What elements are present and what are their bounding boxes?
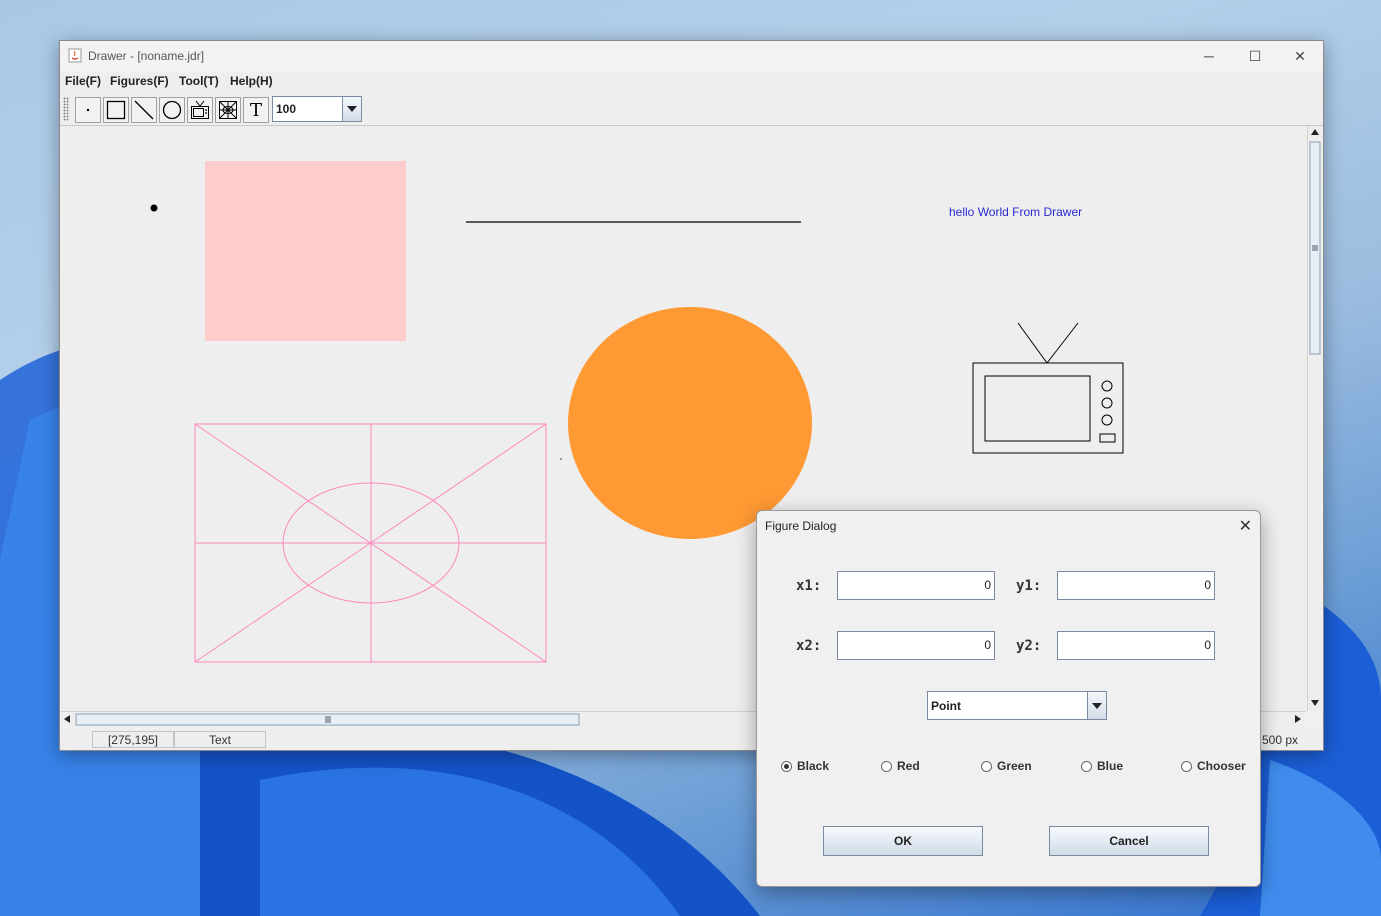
text-tool-button[interactable]: T (243, 97, 269, 123)
scroll-down-icon[interactable] (1311, 700, 1319, 706)
cancel-button[interactable]: Cancel (1049, 826, 1209, 856)
close-button[interactable]: ✕ (1277, 41, 1323, 71)
color-radio-red[interactable]: Red (881, 759, 920, 773)
y2-label: y2: (1016, 638, 1042, 654)
zoom-dropdown-button[interactable] (342, 97, 361, 121)
kite-figure[interactable] (194, 423, 547, 663)
menu-help[interactable]: Help(H) (230, 74, 273, 88)
point-tool-icon (86, 108, 90, 112)
oval-tool-icon (162, 100, 182, 120)
status-coords: [275,195] (92, 731, 174, 748)
text-tool-icon: T (249, 99, 262, 121)
tv-figure[interactable] (972, 322, 1124, 454)
oval-tool-button[interactable] (159, 97, 185, 123)
color-radio-label: Black (797, 759, 830, 773)
zoom-value: 100 (276, 102, 297, 116)
kite-tool-button[interactable] (215, 97, 241, 123)
x2-label: x2: (796, 638, 822, 654)
menu-figures[interactable]: Figures(F) (110, 74, 169, 88)
box-tool-icon (106, 100, 126, 120)
color-radio-label: Chooser (1197, 759, 1246, 773)
menu-bar: File(F) Figures(F) Tool(T) Help(H) (60, 71, 1323, 93)
color-radio-label: Red (897, 759, 920, 773)
y1-label: y1: (1016, 578, 1042, 594)
point-figure[interactable] (150, 204, 158, 212)
scroll-up-icon[interactable] (1311, 129, 1319, 135)
status-mode: Text (174, 731, 266, 748)
figure-dialog: Figure Dialog ✕ x1: 0 y1: 0 x2: 0 y2: 0 … (756, 510, 1261, 887)
color-radio-black[interactable]: Black (781, 759, 829, 773)
radio-icon (1081, 760, 1092, 772)
dialog-title: Figure Dialog (765, 519, 837, 533)
x2-field[interactable]: 0 (837, 631, 995, 660)
kite-tool-icon (219, 101, 237, 119)
tv-tool-button[interactable] (187, 97, 213, 123)
radio-selected-icon (781, 760, 792, 772)
line-tool-button[interactable] (131, 97, 157, 123)
close-icon: ✕ (1294, 47, 1306, 64)
x1-field[interactable]: 0 (837, 571, 995, 600)
java-app-icon (68, 48, 82, 63)
figure-type-dropdown-button[interactable] (1087, 692, 1106, 719)
scroll-right-icon[interactable] (1295, 715, 1301, 723)
maximize-icon: ☐ (1248, 47, 1262, 64)
y2-field[interactable]: 0 (1057, 631, 1215, 660)
menu-tool[interactable]: Tool(T) (179, 74, 219, 88)
color-radio-chooser[interactable]: Chooser (1181, 759, 1246, 773)
window-title: Drawer - [noname.jdr] (88, 49, 205, 63)
dialog-close-icon[interactable]: ✕ (1239, 516, 1252, 536)
toolbar-grip[interactable] (63, 97, 69, 121)
tv-tool-icon (191, 100, 209, 119)
color-radio-blue[interactable]: Blue (1081, 759, 1123, 773)
minimize-button[interactable]: ─ (1186, 41, 1232, 71)
color-radio-label: Blue (1097, 759, 1124, 773)
point-tool-button[interactable] (75, 97, 101, 123)
y1-field[interactable]: 0 (1057, 571, 1215, 600)
scroll-left-icon[interactable] (64, 715, 70, 723)
line-tool-icon (134, 100, 154, 120)
radio-icon (981, 760, 992, 772)
toolbar: T 100 (60, 93, 1323, 126)
color-radio-label: Green (997, 759, 1032, 773)
text-figure[interactable]: hello World From Drawer (949, 205, 1082, 219)
radio-icon (881, 760, 892, 772)
minimize-icon: ─ (1204, 48, 1214, 64)
box-tool-button[interactable] (103, 97, 129, 123)
zoom-combobox[interactable]: 100 (272, 96, 362, 122)
menu-file[interactable]: File(F) (65, 74, 101, 88)
figure-type-value: Point (931, 699, 961, 713)
color-radio-green[interactable]: Green (981, 759, 1032, 773)
ok-button[interactable]: OK (823, 826, 983, 856)
figure-type-select[interactable]: Point (927, 691, 1107, 720)
maximize-button[interactable]: ☐ (1232, 41, 1278, 71)
tiny-point-figure[interactable] (560, 458, 562, 460)
box-figure[interactable] (205, 161, 406, 341)
radio-icon (1181, 760, 1192, 772)
chevron-down-icon (347, 106, 357, 112)
x1-label: x1: (796, 578, 822, 594)
vertical-scrollbar[interactable] (1307, 126, 1322, 711)
title-bar: Drawer - [noname.jdr] ─ ☐ ✕ (60, 41, 1323, 71)
circle-figure[interactable] (568, 307, 812, 539)
chevron-down-icon (1092, 702, 1102, 709)
